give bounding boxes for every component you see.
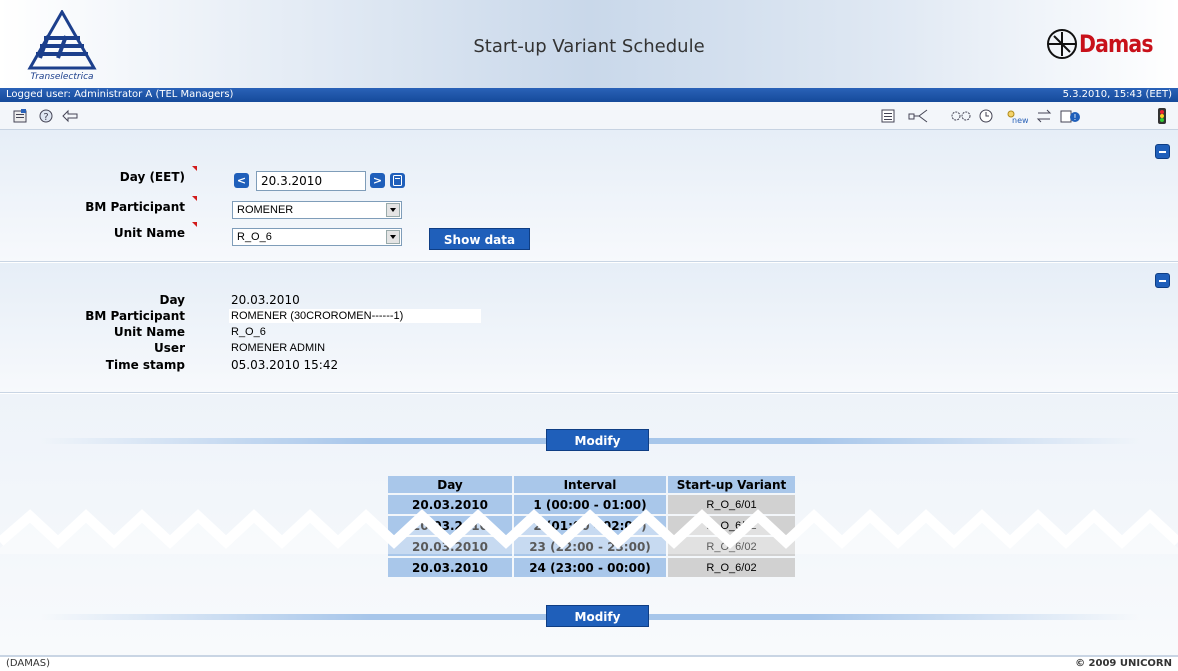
required-marker	[192, 222, 197, 227]
logged-user-text: Logged user: Administrator A (TEL Manage…	[6, 89, 234, 100]
info-bm-label: BM Participant	[85, 309, 185, 323]
column-header-day: Day	[388, 476, 512, 493]
unit-name-select[interactable]: R_O_6	[232, 228, 402, 246]
chevron-down-icon	[386, 203, 400, 217]
info-bm-value: ROMENER (30CROROMEN------1)	[231, 310, 404, 322]
transelectrica-logo-text: Transelectrica	[30, 72, 94, 82]
cell-interval: 2 (01:00 - 02:00)	[514, 516, 666, 535]
user-bar: Logged user: Administrator A (TEL Manage…	[0, 88, 1178, 102]
current-datetime: 5.3.2010, 15:43 (EET)	[1062, 89, 1172, 100]
info-day-value: 20.03.2010	[231, 293, 300, 307]
cell-startup-variant[interactable]: R_O_6/02	[668, 537, 795, 556]
bm-participant-label: BM Participant	[85, 200, 185, 214]
collapse-info-button[interactable]	[1155, 273, 1170, 288]
cell-day: 20.03.2010	[388, 558, 512, 577]
show-data-button[interactable]: Show data	[429, 228, 530, 250]
table-row: 20.03.2010 24 (23:00 - 00:00) R_O_6/02	[388, 558, 795, 577]
back-arrow-icon[interactable]	[62, 108, 78, 124]
info-unit-value: R_O_6	[231, 326, 266, 338]
cell-startup-variant[interactable]: R_O_6/02	[668, 516, 795, 535]
bm-participant-select[interactable]: ROMENER	[232, 201, 402, 219]
cell-startup-variant[interactable]: R_O_6/02	[668, 558, 795, 577]
info-user-label: User	[154, 341, 185, 355]
unit-name-label: Unit Name	[113, 226, 185, 240]
footer-copyright: © 2009 UNICORN	[1075, 658, 1172, 669]
cell-day: 20.03.2010	[388, 537, 512, 556]
bm-participant-value: ROMENER	[237, 204, 294, 216]
modify-button-bottom[interactable]: Modify	[546, 605, 649, 627]
footer: (DAMAS) © 2009 UNICORN	[0, 656, 1178, 671]
clock-icon[interactable]	[978, 108, 994, 124]
info-timestamp-label: Time stamp	[105, 358, 185, 372]
cell-interval: 23 (22:00 - 23:00)	[514, 537, 666, 556]
help-icon[interactable]: ?	[38, 108, 54, 124]
cell-interval: 24 (23:00 - 00:00)	[514, 558, 666, 577]
column-header-interval: Interval	[514, 476, 666, 493]
schedule-table: Day Interval Start-up Variant 20.03.2010…	[386, 474, 797, 579]
info-unit-label: Unit Name	[113, 325, 185, 339]
day-input[interactable]	[256, 171, 366, 191]
toolbar: ? new !	[0, 102, 1178, 130]
page-info-icon[interactable]	[12, 108, 28, 124]
damas-logo-text: Damas	[1079, 30, 1154, 58]
collapse-filter-button[interactable]	[1155, 144, 1170, 159]
modify-button-top[interactable]: Modify	[546, 429, 649, 451]
cell-day: 20.03.2010	[388, 516, 512, 535]
prev-day-button[interactable]: <	[234, 173, 249, 188]
table-row: 20.03.2010 2 (01:00 - 02:00) R_O_6/02	[388, 516, 795, 535]
chevron-down-icon	[386, 230, 400, 244]
messages-icon[interactable]: !	[1060, 108, 1082, 124]
svg-text:?: ?	[43, 112, 48, 123]
svg-text:!: !	[1073, 113, 1076, 122]
svg-text:new: new	[1012, 116, 1028, 124]
page-title: Start-up Variant Schedule	[473, 36, 705, 57]
table-row: 20.03.2010 23 (22:00 - 23:00) R_O_6/02	[388, 537, 795, 556]
list-icon[interactable]	[880, 108, 896, 124]
cell-interval: 1 (00:00 - 01:00)	[514, 495, 666, 514]
app-header: Transelectrica Start-up Variant Schedule…	[0, 0, 1178, 88]
filter-panel: Day (EET) < > BM Participant ROMENER Uni…	[0, 130, 1178, 262]
column-header-startup-variant: Start-up Variant	[668, 476, 795, 493]
cell-startup-variant[interactable]: R_O_6/01	[668, 495, 795, 514]
cell-day: 20.03.2010	[388, 495, 512, 514]
info-day-label: Day	[159, 293, 185, 307]
traffic-light-icon[interactable]	[1157, 108, 1167, 124]
transfer-icon[interactable]	[1036, 108, 1052, 124]
info-panel: Day 20.03.2010 BM Participant ROMENER (3…	[0, 263, 1178, 393]
unit-name-value: R_O_6	[237, 231, 272, 243]
info-user-value: ROMENER ADMIN	[231, 342, 326, 354]
required-marker	[192, 196, 197, 201]
schedule-panel: Modify Day Interval Start-up Variant 20.…	[0, 394, 1178, 656]
footer-app-name: (DAMAS)	[6, 658, 50, 669]
damas-logo: Damas	[1045, 24, 1166, 64]
info-timestamp-value: 05.03.2010 15:42	[231, 358, 339, 372]
diagram-icon[interactable]	[908, 108, 930, 124]
calendar-icon[interactable]	[390, 173, 405, 188]
damas-logo-icon	[1047, 29, 1078, 59]
next-day-button[interactable]: >	[370, 173, 385, 188]
table-row: 20.03.2010 1 (00:00 - 01:00) R_O_6/01	[388, 495, 795, 514]
new-icon[interactable]: new	[1004, 108, 1028, 124]
table-header-row: Day Interval Start-up Variant	[388, 476, 795, 493]
settings-gears-icon[interactable]	[950, 108, 972, 124]
required-marker	[192, 166, 197, 171]
day-label: Day (EET)	[119, 170, 185, 184]
